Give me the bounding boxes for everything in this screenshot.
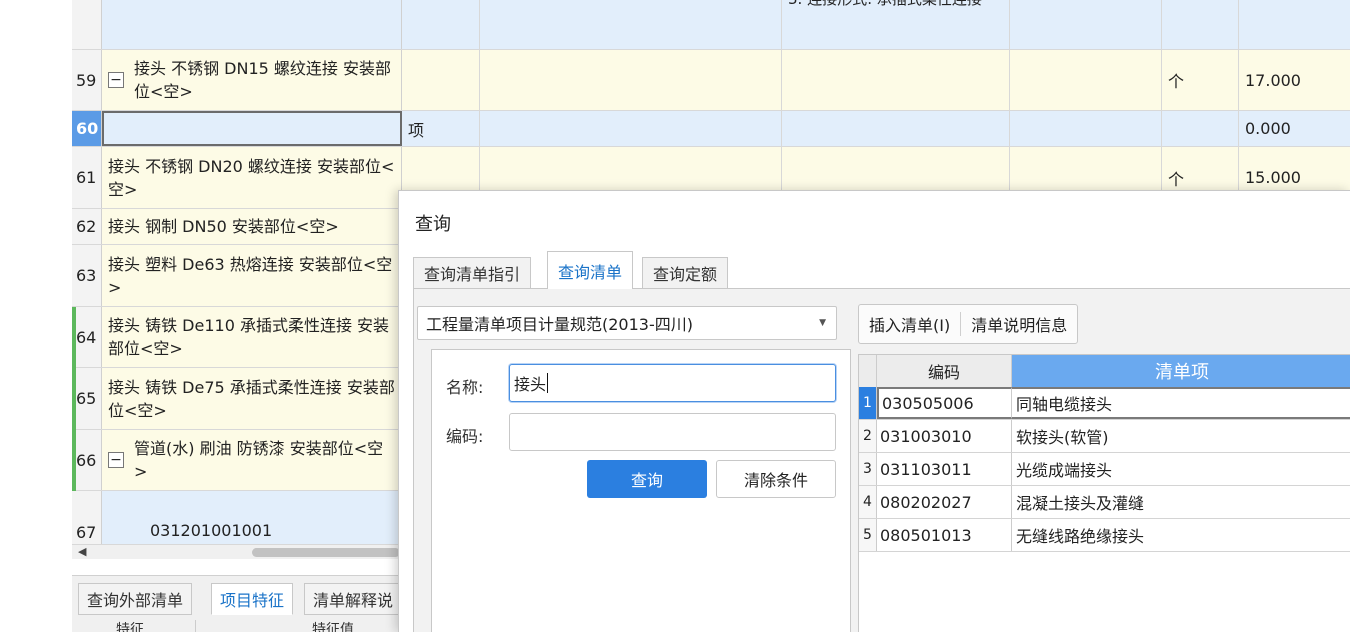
row-number: 67 — [72, 491, 102, 544]
scroll-left-icon[interactable]: ◀ — [78, 545, 86, 558]
table-row[interactable]: 4 080202027 混凝土接头及灌缝 — [859, 486, 1350, 519]
row-index: 2 — [859, 420, 877, 452]
query-dialog: 查询 查询清单指引 查询清单 查询定额 工程量清单项目计量规范(2013-四川)… — [398, 190, 1350, 632]
row-quantity[interactable]: 17.000 — [1239, 50, 1350, 110]
bill-info-button[interactable]: 清单说明信息 — [961, 305, 1077, 343]
table-row[interactable]: 1 030505006 同轴电缆接头 — [859, 387, 1350, 420]
row-item-name[interactable]: 混凝土接头及灌缝 — [1012, 486, 1350, 518]
grid-row[interactable]: 3. 连接形式: 承插式柔性连接 — [72, 0, 1350, 50]
search-form: 名称: 接头 编码: 查询 清除条件 — [431, 349, 851, 632]
column-header-feature-value: 特征值 — [312, 622, 354, 632]
row-unit[interactable]: 个 — [1162, 50, 1239, 110]
row-number: 65 — [72, 368, 102, 429]
row-number: 61 — [72, 147, 102, 208]
standard-select[interactable]: 工程量清单项目计量规范(2013-四川) ▼ — [417, 306, 837, 340]
row-code[interactable]: 031103011 — [877, 453, 1012, 485]
code-input[interactable] — [509, 413, 836, 451]
row-name[interactable] — [102, 0, 402, 49]
row-item-name[interactable]: 光缆成端接头 — [1012, 453, 1350, 485]
row-number: 63 — [72, 245, 102, 306]
change-marker — [72, 430, 76, 491]
row-code[interactable]: 080202027 — [877, 486, 1012, 518]
horizontal-scrollbar[interactable]: ◀ — [72, 545, 400, 559]
row-quantity[interactable]: 0.000 — [1239, 111, 1350, 146]
row-type[interactable]: 项 — [402, 111, 480, 146]
collapse-icon[interactable]: − — [108, 72, 124, 88]
row-index-header — [859, 355, 877, 387]
chevron-down-icon: ▼ — [819, 318, 826, 328]
row-number: 62 — [72, 209, 102, 244]
row-name[interactable]: − 管道(水) 刷油 防锈漆 安装部位<空> — [102, 430, 402, 490]
row-number: 59 — [72, 50, 102, 110]
row-number: 64 — [72, 307, 102, 367]
scrollbar-thumb[interactable] — [252, 548, 400, 557]
dialog-title: 查询 — [415, 214, 451, 235]
grid-row[interactable]: 59 − 接头 不锈钢 DN15 螺纹连接 安装部位<空> 个 17.000 — [72, 50, 1350, 111]
grid-row-selected[interactable]: 60 项 0.000 — [72, 111, 1350, 147]
row-name[interactable]: 接头 塑料 De63 热熔连接 安装部位<空> — [102, 245, 402, 306]
change-marker — [72, 368, 76, 430]
column-header-item[interactable]: 清单项 — [1012, 355, 1350, 387]
row-name[interactable]: 接头 钢制 DN50 安装部位<空> — [102, 209, 402, 244]
column-header-feature: 特征 — [116, 620, 196, 632]
row-item-name[interactable]: 同轴电缆接头 — [1012, 387, 1350, 419]
row-number: 66 — [72, 430, 102, 490]
row-index: 4 — [859, 486, 877, 518]
name-label: 名称: — [446, 378, 484, 397]
tab-query-external[interactable]: 查询外部清单 — [78, 583, 193, 615]
name-input[interactable]: 接头 — [509, 364, 836, 402]
row-name[interactable]: − 接头 不锈钢 DN15 螺纹连接 安装部位<空> — [102, 50, 402, 110]
tab-query-bill[interactable]: 查询清单 — [547, 251, 634, 290]
row-code[interactable]: 031003010 — [877, 420, 1012, 452]
dialog-tab-bar: 查询清单指引 查询清单 查询定额 — [413, 251, 1350, 290]
row-name[interactable]: 接头 铸铁 De75 承插式柔性连接 安装部位<空> — [102, 368, 402, 429]
row-name[interactable] — [102, 111, 402, 146]
table-row[interactable]: 3 031103011 光缆成端接头 — [859, 453, 1350, 486]
tab-query-bill-guide[interactable]: 查询清单指引 — [413, 257, 532, 289]
row-code[interactable]: 031201001001 — [102, 491, 402, 544]
row-code[interactable]: 080501013 — [877, 519, 1012, 551]
table-row[interactable]: 2 031003010 软接头(软管) — [859, 420, 1350, 453]
insert-bill-button[interactable]: 插入清单(I) — [859, 305, 960, 343]
tab-item-features[interactable]: 项目特征 — [211, 583, 294, 615]
query-button[interactable]: 查询 — [587, 460, 707, 498]
row-item-name[interactable]: 软接头(软管) — [1012, 420, 1350, 452]
row-index: 1 — [859, 387, 877, 419]
row-index: 5 — [859, 519, 877, 551]
results-header: 编码 清单项 — [859, 355, 1350, 387]
tab-query-quota[interactable]: 查询定额 — [642, 257, 729, 289]
bill-toolbar: 插入清单(I) 清单说明信息 — [858, 304, 1079, 344]
change-marker — [72, 307, 76, 368]
table-row[interactable]: 5 080501013 无缝线路绝缘接头 — [859, 519, 1350, 552]
bottom-tab-bar: 查询外部清单 项目特征 清单解释说 特征 特征值 — [72, 575, 402, 632]
code-label: 编码: — [446, 427, 484, 446]
row-name[interactable]: 接头 铸铁 De110 承插式柔性连接 安装部位<空> — [102, 307, 402, 367]
tab-bill-explanation[interactable]: 清单解释说 — [304, 583, 402, 615]
text-cursor — [547, 373, 549, 393]
row-name[interactable]: 接头 不锈钢 DN20 螺纹连接 安装部位<空> — [102, 147, 402, 208]
row-code[interactable]: 030505006 — [877, 387, 1012, 419]
row-index: 3 — [859, 453, 877, 485]
row-number: 60 — [72, 111, 102, 146]
row-item-name[interactable]: 无缝线路绝缘接头 — [1012, 519, 1350, 551]
clear-conditions-button[interactable]: 清除条件 — [716, 460, 836, 498]
feature-note: 3. 连接形式: 承插式柔性连接 — [788, 0, 982, 11]
column-header-code[interactable]: 编码 — [877, 355, 1012, 387]
results-table: 编码 清单项 1 030505006 同轴电缆接头 2 031003010 软接… — [858, 354, 1350, 632]
collapse-icon[interactable]: − — [108, 452, 124, 468]
row-number — [72, 0, 102, 49]
row-feature-text[interactable]: 3. 连接形式: 承插式柔性连接 — [782, 0, 1010, 49]
